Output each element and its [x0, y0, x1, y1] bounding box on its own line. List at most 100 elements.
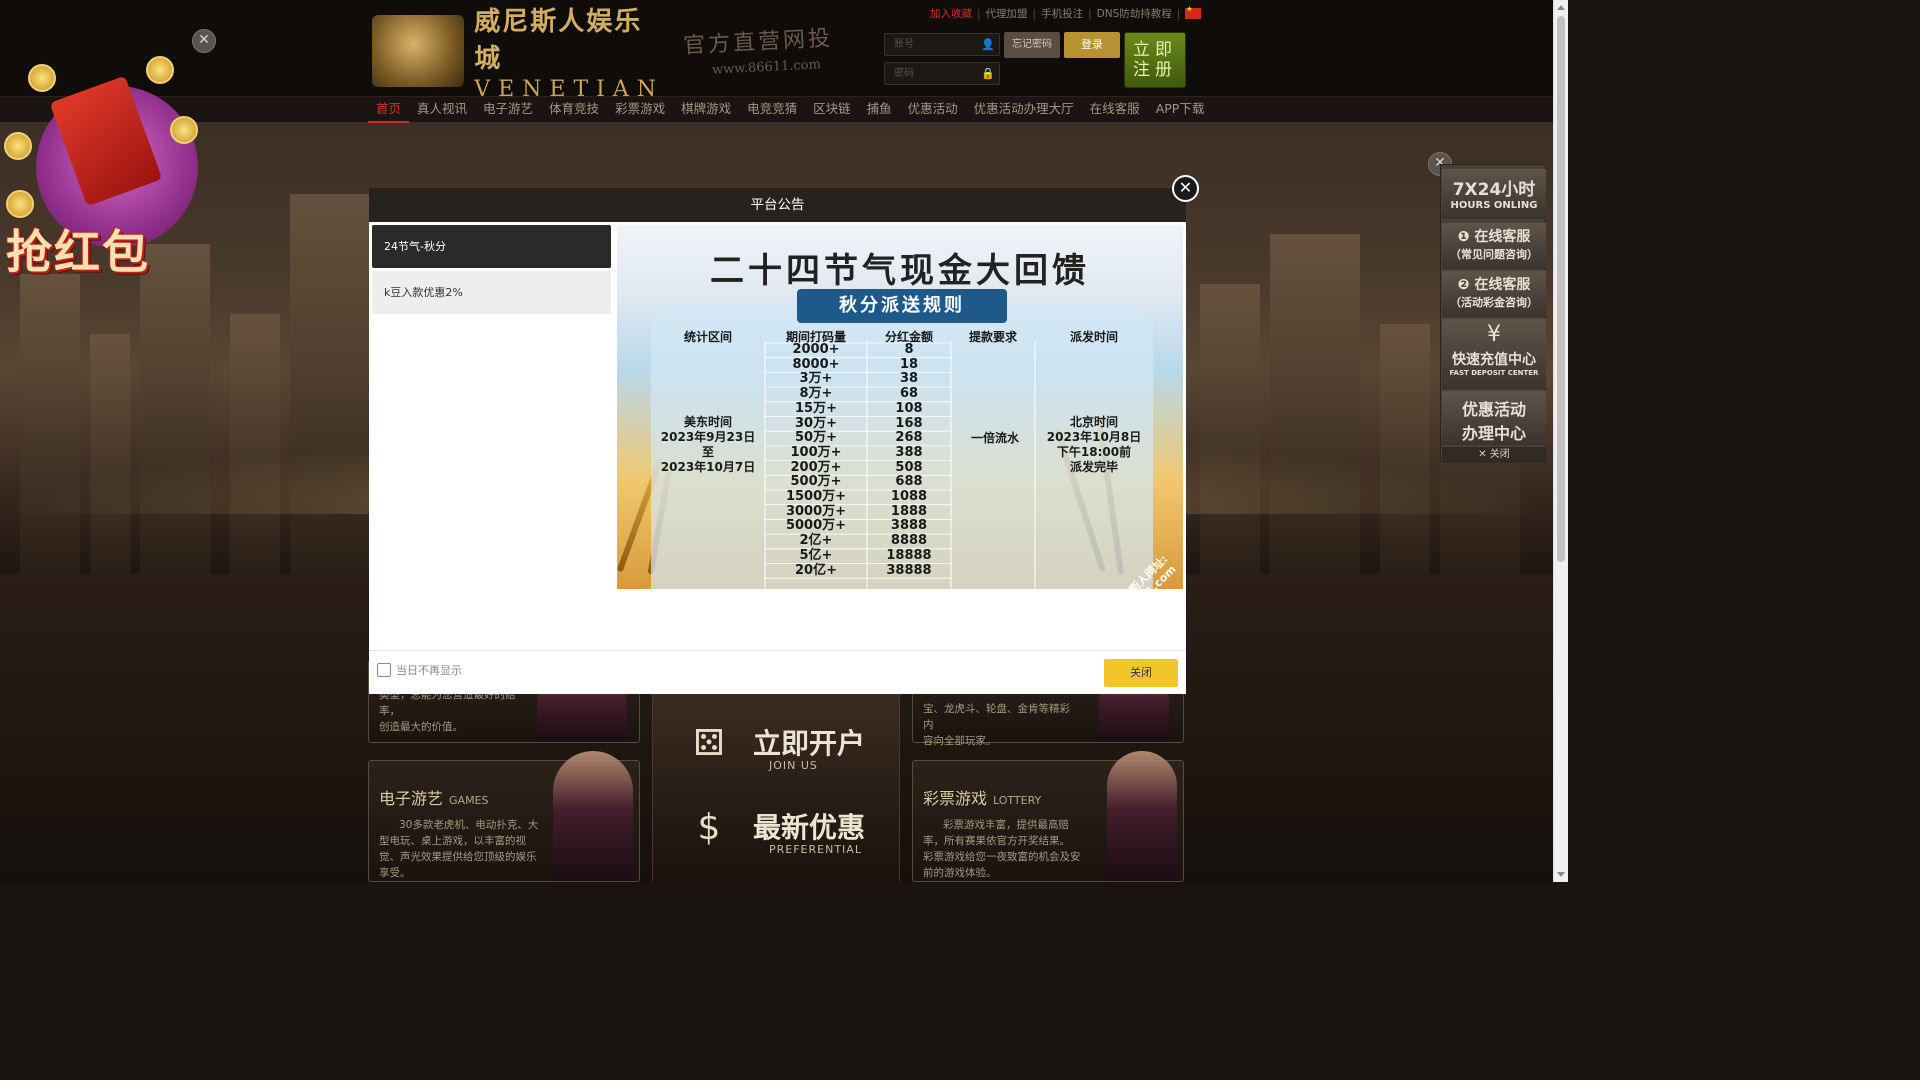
service-line: ❷ 在线客服: [1457, 277, 1531, 293]
register-button[interactable]: 立即注册: [1124, 32, 1186, 88]
nav-item[interactable]: 优惠活动办理大厅: [966, 97, 1082, 123]
dont-show-today-checkbox[interactable]: [377, 663, 391, 677]
table-header: 提款要求: [968, 330, 1017, 344]
login-button[interactable]: 登录: [1064, 32, 1120, 58]
service-title: 7X24小时: [1452, 180, 1536, 200]
nav-item[interactable]: 区块链: [805, 97, 859, 123]
games-card[interactable]: 电子游艺 GAMES 30多款老虎机、电动扑克、大 型电玩、桌上游戏，以丰富的视 …: [368, 751, 640, 882]
user-icon: 👤: [981, 38, 995, 51]
password-placeholder: 密码: [894, 68, 914, 79]
scroll-thumb[interactable]: [1557, 16, 1565, 562]
nav-item[interactable]: 真人视讯: [409, 97, 475, 123]
period-line: 美东时间: [683, 415, 732, 429]
online-service-2-link[interactable]: ❷ 在线客服 （活动彩金咨询）: [1442, 271, 1546, 317]
turnover-cell: 5亿+: [799, 547, 833, 563]
page-scrollbar[interactable]: [1553, 0, 1568, 882]
account-input[interactable]: 账号 👤: [884, 33, 1000, 56]
announcement-modal: 平台公告 24节气-秋分 k豆入款优惠2% 二十四节气现金大回馈 秋分派送规则 统…: [369, 188, 1186, 694]
card-text-line: 前的游戏体验。: [923, 867, 997, 879]
account-placeholder: 账号: [894, 39, 914, 50]
fast-deposit-link[interactable]: ¥ 快速充值中心 FAST DEPOSIT CENTER: [1442, 319, 1546, 389]
quick-links: ⚄ 立即开户 JOIN US $ 最新优惠 PREFERENTIAL: [652, 694, 900, 882]
coin-icon: [4, 132, 32, 160]
bonus-cell: 68: [899, 386, 919, 402]
china-flag-icon[interactable]: [1185, 5, 1202, 19]
promo-center-link[interactable]: 优惠活动 办理中心: [1442, 391, 1546, 445]
lottery-card[interactable]: 彩票游戏 LOTTERY 彩票游戏丰富，提供最高赔 率，所有赛果依官方开奖结果。 …: [912, 751, 1184, 882]
service-subtitle: HOURS ONLING: [1450, 200, 1538, 211]
card-text-line: 彩票游戏丰富，提供最高赔: [943, 819, 1069, 831]
nav-item[interactable]: 电子游艺: [475, 97, 541, 123]
card-text-line: 享受。: [379, 867, 411, 879]
service-line: ❶ 在线客服: [1457, 229, 1531, 245]
promo-link[interactable]: $ 最新优惠 PREFERENTIAL: [653, 788, 901, 868]
bonus-cell: 38888: [886, 562, 932, 578]
service-close-button[interactable]: ✕ 关闭: [1442, 447, 1546, 463]
turnover-cell: 1500万+: [785, 489, 847, 504]
promo-label: 最新优惠: [753, 811, 866, 844]
turnover-cell: 2亿+: [799, 533, 833, 549]
site-logo[interactable]: 威尼斯人娱乐城 VENETIAN: [372, 7, 664, 102]
modal-close-icon[interactable]: ✕: [1172, 175, 1199, 202]
nav-item[interactable]: 体育竞技: [541, 97, 607, 123]
site-header: 威尼斯人娱乐城 VENETIAN 官方直营网投 www.86611.com 加入…: [0, 0, 1553, 102]
coin-icon: [28, 64, 56, 92]
nav-item[interactable]: 棋牌游戏: [673, 97, 739, 123]
announcement-tabs: 24节气-秋分 k豆入款优惠2%: [372, 225, 611, 317]
period-line: 2023年10月7日: [660, 460, 756, 474]
coin-icon: [146, 56, 174, 84]
nav-item[interactable]: 电竞竞猜: [739, 97, 805, 123]
nav-item[interactable]: 捕鱼: [859, 97, 900, 123]
coin-icon: [170, 116, 198, 144]
service-line-sub: （常见问题咨询）: [1450, 248, 1538, 261]
lock-icon: 🔒: [981, 67, 995, 80]
card-title: 电子游艺: [379, 789, 444, 808]
nav-item[interactable]: APP下载: [1148, 97, 1213, 123]
forgot-password-button[interactable]: 忘记密码: [1004, 32, 1060, 58]
turnover-cell: 500万+: [790, 474, 842, 490]
card-text-line: 30多款老虎机、电动扑克、大: [399, 819, 539, 831]
online-service-1-link[interactable]: ❶ 在线客服 （常见问题咨询）: [1442, 223, 1546, 269]
service-line-sub: （活动彩金咨询）: [1450, 296, 1538, 309]
table-header: 统计区间: [683, 330, 732, 344]
announcement-tab[interactable]: 24节气-秋分: [372, 225, 611, 268]
dns-guide-link[interactable]: DNS防劫持教程: [1097, 6, 1172, 21]
turnover-cell: 15万+: [795, 400, 837, 416]
bonus-cell: 18888: [886, 547, 932, 563]
join-us-link[interactable]: ⚄ 立即开户 JOIN US: [653, 704, 901, 784]
nav-item[interactable]: 首页: [368, 97, 410, 123]
nav-item[interactable]: 在线客服: [1082, 97, 1148, 123]
announcement-tab[interactable]: k豆入款优惠2%: [372, 271, 611, 314]
main-nav: 首页 真人视讯 电子游艺 体育竞技 彩票游戏 棋牌游戏 电竞竞猜 区块链 捕鱼 优惠活动 优惠活动办…: [0, 96, 1553, 123]
table-header: 派发时间: [1069, 330, 1118, 344]
agent-link[interactable]: 代理加盟: [986, 6, 1028, 21]
payout-time-text: 北京时间 2023年10月8日 下午18:00前 派发完毕: [1035, 415, 1153, 475]
password-input[interactable]: 密码 🔒: [884, 62, 1000, 85]
bonus-cell: 8888: [890, 533, 928, 549]
turnover-cell: 50万+: [795, 430, 837, 446]
card-text-line: 彩票游戏给您一夜致富的机会及安: [923, 851, 1081, 863]
dont-show-today-label[interactable]: 当日不再显示: [396, 662, 462, 678]
logo-title: 威尼斯人娱乐城: [474, 6, 643, 74]
close-red-envelope-button[interactable]: ✕: [192, 29, 216, 53]
top-links: 加入收藏 | 代理加盟 | 手机投注 | DNS防劫持教程 |: [930, 5, 1202, 21]
card-text-line: 容向全部玩家。: [923, 735, 997, 747]
nav-item[interactable]: 优惠活动: [900, 97, 966, 123]
turnover-cell: 20亿+: [795, 562, 837, 578]
scroll-up-arrow-icon[interactable]: [1557, 5, 1565, 10]
add-favorite-link[interactable]: 加入收藏: [930, 6, 972, 21]
card-text-line: 率，所有赛果依官方开奖结果。: [923, 835, 1070, 847]
period-text: 美东时间 2023年9月23日 至 2023年10月7日: [651, 415, 765, 475]
bonus-cell: 108: [895, 400, 923, 416]
turnover-cell: 100万+: [790, 444, 842, 460]
bonus-cell: 388: [895, 444, 923, 460]
model-figure: [553, 751, 633, 881]
service-sidebar: 7X24小时 HOURS ONLING ❶ 在线客服 （常见问题咨询） ❷ 在线…: [1440, 164, 1546, 463]
bonus-cell: 1088: [890, 489, 928, 504]
nav-item[interactable]: 彩票游戏: [607, 97, 673, 123]
mobile-bet-link[interactable]: 手机投注: [1041, 6, 1083, 21]
bonus-cell: 168: [895, 415, 923, 431]
scroll-down-arrow-icon[interactable]: [1557, 872, 1565, 877]
modal-close-button[interactable]: 关闭: [1104, 659, 1178, 687]
red-envelope-widget[interactable]: 抢红包: [4, 56, 206, 279]
